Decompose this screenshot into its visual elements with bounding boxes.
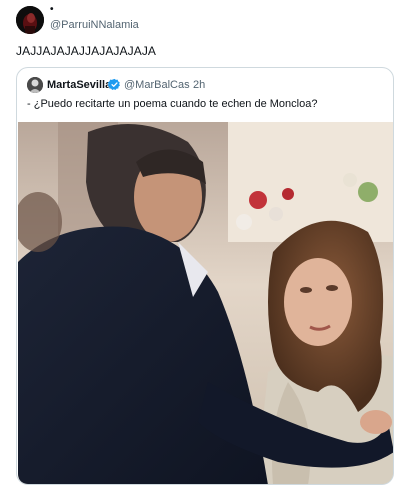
tweet-text: JAJJAJAJAJJAJAJAJAJA: [16, 44, 157, 58]
quoted-tweet-photo[interactable]: [18, 122, 393, 484]
quoted-author-avatar[interactable]: [27, 77, 43, 93]
separator-dot: ·: [185, 79, 189, 91]
verified-badge-icon: [107, 78, 121, 91]
author-handle[interactable]: @ParruiNNalamia: [50, 19, 139, 31]
quoted-timestamp[interactable]: 2h: [193, 79, 205, 91]
quoted-tweet[interactable]: MartaSevilla @MarBalCas · 2h - ¿Puedo re…: [16, 67, 394, 485]
author-avatar[interactable]: [16, 6, 44, 34]
quoted-author-name[interactable]: MartaSevilla: [47, 79, 111, 91]
quoted-tweet-text: - ¿Puedo recitarte un poema cuando te ec…: [27, 98, 318, 110]
quoted-author-handle[interactable]: @MarBalCas: [124, 79, 190, 91]
author-name[interactable]: •: [50, 4, 54, 15]
tweet[interactable]: • @ParruiNNalamia JAJJAJAJAJJAJAJAJAJA M…: [0, 0, 416, 487]
